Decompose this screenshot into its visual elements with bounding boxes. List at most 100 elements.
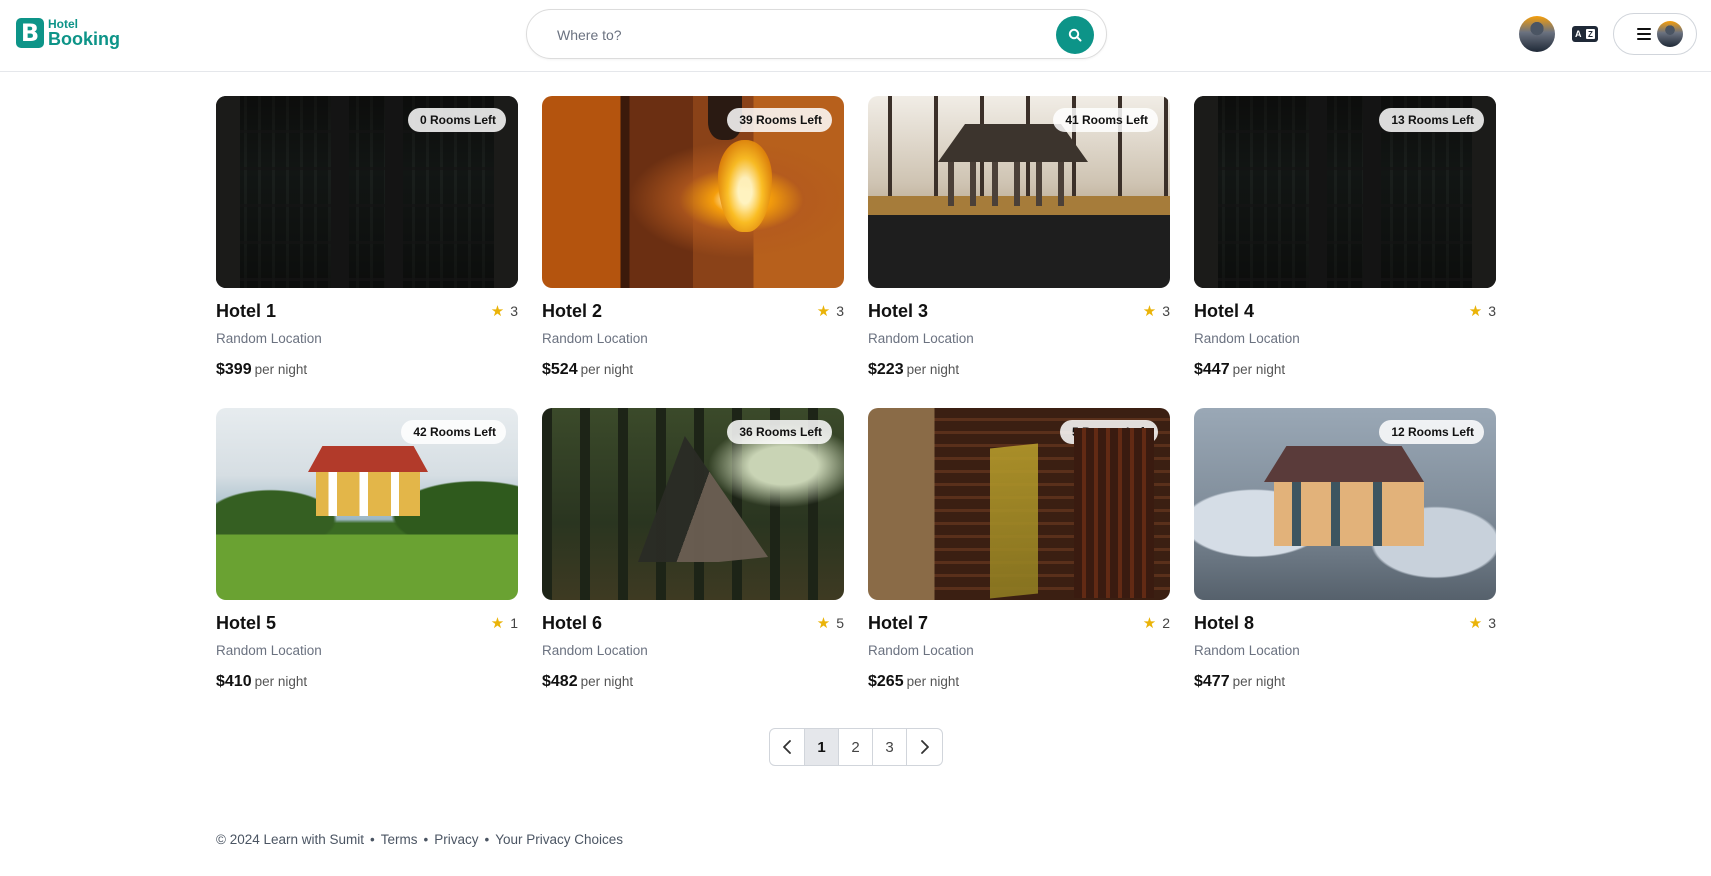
- hotel-name: Hotel 1: [216, 301, 277, 321]
- hotel-card[interactable]: 36 Rooms Left Hotel 6 ★ 5 Random Location…: [542, 408, 844, 690]
- privacy-link[interactable]: Privacy: [434, 832, 478, 847]
- price-amount: $477: [1194, 673, 1230, 690]
- star-icon: ★: [490, 302, 505, 320]
- footer-separator: •: [370, 832, 375, 847]
- rating-value: 3: [510, 303, 518, 319]
- rating-value: 3: [836, 303, 844, 319]
- hotel-rating: ★ 1: [491, 615, 518, 631]
- hotel-name: Hotel 6: [542, 613, 603, 633]
- hotel-price: $265 per night: [868, 673, 959, 691]
- user-menu-button[interactable]: [1613, 13, 1697, 55]
- hotel-image: 36 Rooms Left: [542, 408, 844, 600]
- rating-value: 3: [1162, 303, 1170, 319]
- price-amount: $410: [216, 673, 252, 690]
- logo-mark: B: [16, 18, 44, 48]
- star-icon: ★: [1142, 302, 1157, 320]
- logo-text: Hotel Booking: [48, 18, 120, 48]
- hotel-name: Hotel 7: [868, 613, 929, 633]
- hotel-image: 39 Rooms Left: [542, 96, 844, 288]
- hotel-card[interactable]: 42 Rooms Left Hotel 5 ★ 1 Random Location…: [216, 408, 518, 690]
- profile-avatar[interactable]: [1519, 16, 1555, 52]
- star-icon: ★: [816, 302, 831, 320]
- star-icon: ★: [1468, 614, 1483, 632]
- hotel-name: Hotel 3: [868, 301, 929, 321]
- prev-page-button[interactable]: [770, 729, 805, 765]
- price-amount: $482: [542, 673, 578, 690]
- hotel-price: $223 per night: [868, 361, 959, 379]
- copyright-text: © 2024 Learn with Sumit: [216, 832, 365, 847]
- footer-separator: •: [484, 832, 490, 847]
- rating-value: 1: [510, 615, 518, 631]
- hotel-rating: ★ 3: [1469, 615, 1496, 631]
- page-button-1[interactable]: 1: [805, 729, 839, 765]
- rating-value: 3: [1488, 615, 1496, 631]
- language-icon[interactable]: AZ: [1572, 26, 1598, 42]
- header: B Hotel Booking AZ: [0, 0, 1711, 72]
- hotel-card[interactable]: 41 Rooms Left Hotel 3 ★ 3 Random Location…: [868, 96, 1170, 378]
- hotel-rating: ★ 3: [491, 303, 518, 319]
- hotel-name: Hotel 8: [1194, 613, 1255, 633]
- hotel-rating: ★ 2: [1143, 615, 1170, 631]
- star-icon: ★: [490, 614, 505, 632]
- hotel-location: Random Location: [216, 643, 322, 658]
- hotel-location: Random Location: [1194, 643, 1300, 658]
- privacy-choices-link[interactable]: Your Privacy Choices: [495, 832, 623, 847]
- hotel-image: 41 Rooms Left: [868, 96, 1170, 288]
- price-unit: per night: [254, 674, 308, 689]
- hotel-price: $524 per night: [542, 361, 633, 379]
- hotel-location: Random Location: [542, 643, 648, 658]
- price-unit: per night: [580, 674, 634, 689]
- hotel-rating: ★ 3: [1469, 303, 1496, 319]
- logo-text-bottom: Booking: [48, 29, 120, 49]
- rooms-left-badge: 0 Rooms Left: [407, 108, 506, 132]
- hotel-card[interactable]: 39 Rooms Left Hotel 2 ★ 3 Random Location…: [542, 96, 844, 378]
- hotel-name: Hotel 5: [216, 613, 277, 633]
- logo[interactable]: B Hotel Booking: [16, 18, 120, 48]
- price-unit: per night: [1232, 674, 1286, 689]
- star-icon: ★: [1142, 614, 1157, 632]
- hotel-price: $477 per night: [1194, 673, 1285, 691]
- rooms-left-badge: 41 Rooms Left: [1053, 108, 1158, 132]
- page-button-2[interactable]: 2: [839, 729, 873, 765]
- rating-value: 5: [836, 615, 844, 631]
- rating-value: 3: [1488, 303, 1496, 319]
- price-unit: per night: [906, 362, 960, 377]
- price-amount: $265: [868, 673, 904, 690]
- terms-link[interactable]: Terms: [381, 832, 418, 847]
- hotel-card[interactable]: 0 Rooms Left Hotel 1 ★ 3 Random Location …: [216, 96, 518, 378]
- search-input[interactable]: [557, 24, 1017, 46]
- star-icon: ★: [1468, 302, 1483, 320]
- chevron-left-icon: [783, 740, 791, 754]
- footer-separator: •: [423, 832, 429, 847]
- price-amount: $447: [1194, 361, 1230, 378]
- hotel-name: Hotel 2: [542, 301, 603, 321]
- hotel-price: $410 per night: [216, 673, 307, 691]
- hotel-location: Random Location: [1194, 331, 1300, 346]
- footer: © 2024 Learn with Sumit • Terms • Privac…: [216, 832, 623, 847]
- search-button[interactable]: [1056, 16, 1094, 54]
- hotel-card[interactable]: 13 Rooms Left Hotel 4 ★ 3 Random Location…: [1194, 96, 1496, 378]
- hamburger-icon: [1637, 28, 1651, 40]
- hotel-card[interactable]: 5 Rooms Left Hotel 7 ★ 2 Random Location …: [868, 408, 1170, 690]
- price-amount: $399: [216, 361, 252, 378]
- menu-avatar: [1657, 21, 1683, 47]
- hotel-price: $447 per night: [1194, 361, 1285, 379]
- hotel-name: Hotel 4: [1194, 301, 1255, 321]
- hotel-rating: ★ 5: [817, 615, 844, 631]
- hotel-image: 5 Rooms Left: [868, 408, 1170, 600]
- search-icon: [1068, 28, 1082, 42]
- search-bar: [526, 9, 1107, 59]
- page-button-3[interactable]: 3: [873, 729, 907, 765]
- rating-value: 2: [1162, 615, 1170, 631]
- hotel-image: 13 Rooms Left: [1194, 96, 1496, 288]
- hotel-image: 0 Rooms Left: [216, 96, 518, 288]
- rooms-left-badge: 12 Rooms Left: [1379, 420, 1484, 444]
- hotel-location: Random Location: [868, 331, 974, 346]
- star-icon: ★: [816, 614, 831, 632]
- rooms-left-badge: 5 Rooms Left: [1059, 420, 1158, 444]
- hotel-image: 12 Rooms Left: [1194, 408, 1496, 600]
- hotel-card[interactable]: 12 Rooms Left Hotel 8 ★ 3 Random Location…: [1194, 408, 1496, 690]
- hotel-rating: ★ 3: [817, 303, 844, 319]
- price-amount: $524: [542, 361, 578, 378]
- next-page-button[interactable]: [907, 729, 942, 765]
